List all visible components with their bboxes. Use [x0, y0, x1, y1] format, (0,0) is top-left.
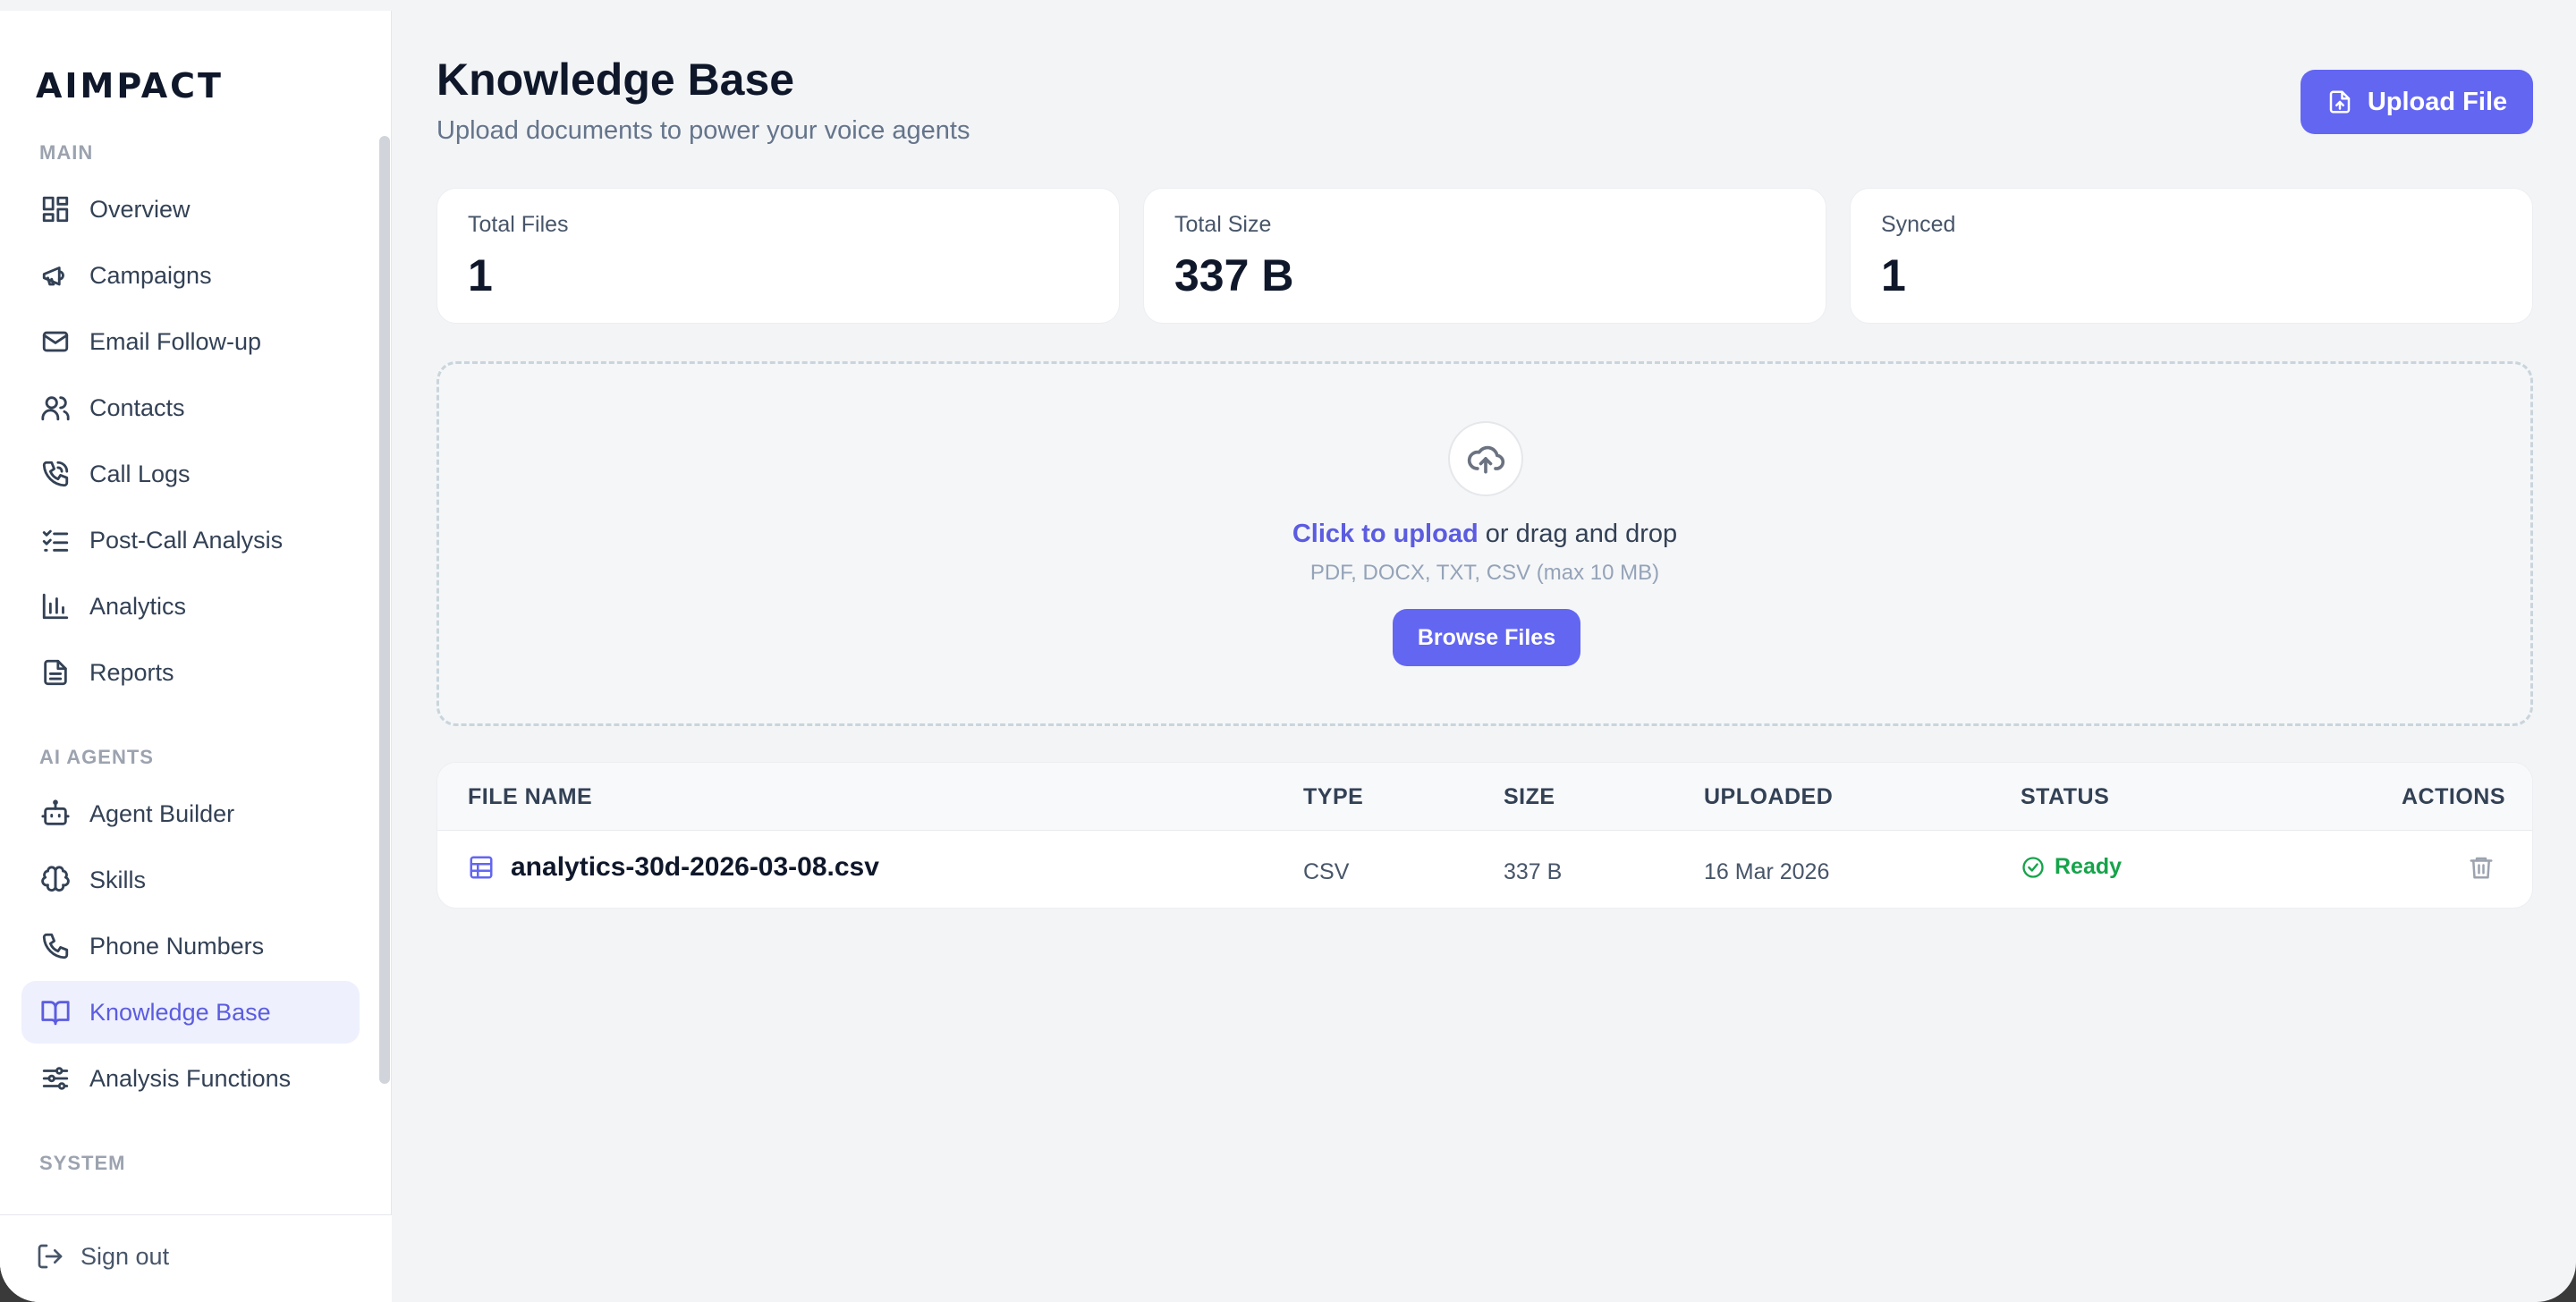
stat-card-synced: Synced 1	[1850, 188, 2533, 324]
sidebar-item-overview[interactable]: Overview	[21, 178, 360, 241]
status-badge: Ready	[2021, 854, 2122, 880]
brain-icon	[39, 864, 72, 896]
sidebar-scrollbar-thumb[interactable]	[379, 136, 390, 1084]
sidebar-item-label: Analytics	[89, 592, 187, 620]
sidebar-item-label: Reports	[89, 658, 174, 686]
phone-icon	[39, 930, 72, 962]
sidebar-item-skills[interactable]: Skills	[21, 849, 360, 911]
file-name-cell: analytics-30d-2026-03-08.csv	[468, 852, 879, 883]
sidebar-item-email-follow-up[interactable]: Email Follow-up	[21, 310, 360, 373]
delete-file-button[interactable]	[2468, 854, 2498, 884]
book-open-icon	[39, 996, 72, 1028]
sidebar-item-label: Email Follow-up	[89, 327, 262, 355]
sidebar-nav: MAIN Overview Campaigns Email Follow-up …	[0, 127, 376, 1200]
file-name[interactable]: analytics-30d-2026-03-08.csv	[511, 852, 879, 883]
file-upload-icon	[2329, 90, 2351, 114]
check-circle-icon	[2022, 856, 2044, 878]
sidebar-item-knowledge-base[interactable]: Knowledge Base	[21, 981, 360, 1044]
sidebar-item-phone-numbers[interactable]: Phone Numbers	[21, 915, 360, 977]
sidebar-item-post-call-analysis[interactable]: Post-Call Analysis	[21, 509, 360, 571]
page-title: Knowledge Base	[436, 55, 795, 105]
file-type: CSV	[1303, 859, 1350, 884]
sign-out-button[interactable]: Sign out	[36, 1242, 169, 1271]
stat-value: 1	[1881, 250, 1906, 300]
sidebar: AIMPACT MAIN Overview Campaigns Email Fo…	[0, 11, 392, 1302]
stat-value: 337 B	[1174, 250, 1294, 300]
mail-icon	[39, 326, 72, 358]
click-to-upload-link[interactable]: Click to upload	[1292, 520, 1479, 548]
sidebar-item-reports[interactable]: Reports	[21, 641, 360, 704]
stat-value: 1	[468, 250, 493, 300]
table-header: FILE NAME TYPE SIZE UPLOADED STATUS ACTI…	[437, 763, 2532, 831]
sign-out-label: Sign out	[80, 1242, 170, 1270]
sidebar-item-campaigns[interactable]: Campaigns	[21, 244, 360, 307]
users-icon	[39, 392, 72, 424]
column-header-file-name[interactable]: FILE NAME	[468, 784, 592, 810]
column-header-actions: ACTIONS	[2402, 784, 2505, 809]
grid-icon	[39, 193, 72, 225]
file-text-icon	[39, 656, 72, 689]
sidebar-item-label: Knowledge Base	[89, 998, 271, 1026]
sidebar-item-analytics[interactable]: Analytics	[21, 575, 360, 638]
upload-file-button[interactable]: Upload File	[2301, 70, 2533, 134]
sidebar-item-label: Post-Call Analysis	[89, 526, 284, 554]
browse-files-button[interactable]: Browse Files	[1393, 609, 1580, 666]
upload-dropzone[interactable]: Click to upload or drag and drop PDF, DO…	[436, 361, 2533, 726]
status-label: Ready	[2055, 854, 2123, 879]
table-file-icon	[470, 856, 493, 879]
table-row[interactable]: analytics-30d-2026-03-08.csv CSV 337 B 1…	[437, 831, 2532, 908]
stat-label: Total Files	[468, 212, 569, 237]
stat-label: Total Size	[1174, 212, 1272, 237]
sidebar-item-label: Skills	[89, 866, 147, 893]
column-header-type[interactable]: TYPE	[1303, 784, 1363, 810]
bot-icon	[39, 798, 72, 830]
sidebar-item-label: Overview	[89, 195, 191, 223]
column-header-size[interactable]: SIZE	[1504, 784, 1555, 810]
cloud-upload-icon	[1448, 421, 1523, 496]
file-size: 337 B	[1504, 859, 1563, 884]
sidebar-item-label: Agent Builder	[89, 799, 235, 827]
file-uploaded-date: 16 Mar 2026	[1704, 859, 1830, 884]
page-subtitle: Upload documents to power your voice age…	[436, 116, 970, 145]
sidebar-item-label: Analysis Functions	[89, 1064, 292, 1092]
column-header-status[interactable]: STATUS	[2021, 784, 2109, 810]
sidebar-item-call-logs[interactable]: Call Logs	[21, 443, 360, 505]
brand-logo[interactable]: AIMPACT	[36, 66, 224, 106]
app-window: AIMPACT MAIN Overview Campaigns Email Fo…	[0, 0, 2576, 1302]
sidebar-item-label: Campaigns	[89, 261, 212, 289]
sidebar-item-agent-builder[interactable]: Agent Builder	[21, 782, 360, 845]
megaphone-icon	[39, 259, 72, 292]
files-table: FILE NAME TYPE SIZE UPLOADED STATUS ACTI…	[436, 762, 2533, 909]
section-label-ai-agents: AI AGENTS	[39, 746, 154, 768]
stat-card-total-files: Total Files 1	[436, 188, 1120, 324]
sidebar-item-label: Phone Numbers	[89, 932, 265, 960]
phone-call-icon	[39, 458, 72, 490]
sidebar-item-analysis-functions[interactable]: Analysis Functions	[21, 1047, 360, 1110]
log-out-icon	[38, 1244, 63, 1269]
sidebar-item-label: Contacts	[89, 393, 185, 421]
upload-file-label: Upload File	[2367, 87, 2508, 116]
sidebar-item-contacts[interactable]: Contacts	[21, 376, 360, 439]
dropzone-hint: PDF, DOCX, TXT, CSV (max 10 MB)	[1309, 561, 1660, 585]
column-header-uploaded[interactable]: UPLOADED	[1704, 784, 1833, 810]
sidebar-footer: Sign out	[0, 1214, 392, 1302]
section-label-system: SYSTEM	[39, 1152, 126, 1174]
stat-label: Synced	[1881, 212, 1956, 237]
section-label-main: MAIN	[39, 141, 94, 164]
sidebar-scrollbar[interactable]	[379, 136, 390, 1084]
stat-card-total-size: Total Size 337 B	[1143, 188, 1826, 324]
dropzone-instruction: Click to upload or drag and drop	[439, 520, 2530, 549]
trash-icon	[2470, 857, 2493, 879]
list-check-icon	[39, 524, 72, 556]
bar-chart-icon	[39, 590, 72, 622]
sidebar-item-label: Call Logs	[89, 460, 191, 487]
sliders-icon	[39, 1062, 72, 1095]
dropzone-text: or drag and drop	[1478, 520, 1678, 548]
